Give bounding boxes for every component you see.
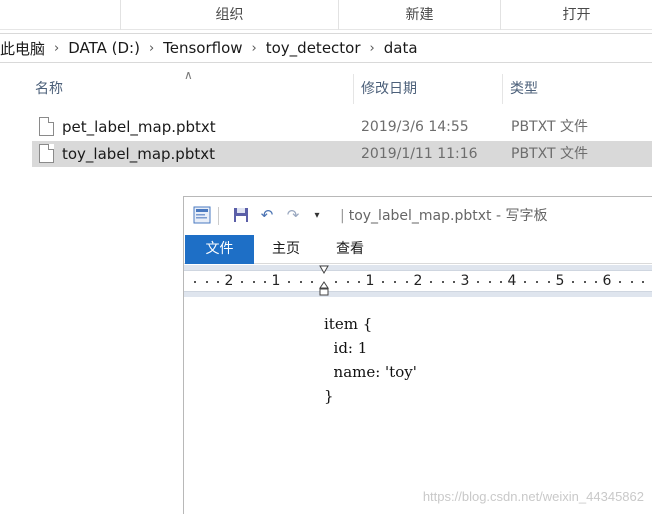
ruler-tick xyxy=(476,281,479,283)
breadcrumb-drive[interactable]: DATA (D:) xyxy=(64,39,144,57)
ruler-tick xyxy=(453,281,456,283)
column-header-date[interactable]: 修改日期 xyxy=(353,72,501,106)
ruler-tick xyxy=(240,281,243,283)
tab-view[interactable]: 查看 xyxy=(324,235,376,264)
document-line: id: 1 xyxy=(324,339,368,357)
ruler-tick xyxy=(630,281,633,283)
ruler-tick xyxy=(287,281,290,283)
ruler-tick xyxy=(583,281,586,283)
ruler[interactable]: 2 1 1 2 3 4 5 6 xyxy=(184,265,652,297)
file-name: pet_label_map.pbtxt xyxy=(62,118,216,136)
wordpad-window: ↶ ↷ ▾ | toy_label_map.pbtxt - 写字板 文件 主页 查… xyxy=(183,196,652,514)
ruler-tick xyxy=(406,281,408,283)
tab-home[interactable]: 主页 xyxy=(260,235,312,264)
ruler-label: 1 xyxy=(365,273,375,289)
save-icon[interactable] xyxy=(232,206,250,224)
ribbon-group-organize[interactable]: 组织 xyxy=(120,0,338,30)
ruler-tick xyxy=(429,281,432,283)
ruler-tick xyxy=(595,281,598,283)
file-row[interactable]: pet_label_map.pbtxt 2019/3/6 14:55 PBTXT… xyxy=(32,114,652,140)
file-date: 2019/1/11 11:16 xyxy=(361,146,478,162)
ruler-tick xyxy=(571,281,574,283)
ruler-label: 2 xyxy=(224,273,234,289)
ruler-tick xyxy=(299,281,302,283)
column-header-type[interactable]: 类型 xyxy=(502,72,652,106)
ruler-tick xyxy=(264,281,267,283)
ruler-tick xyxy=(500,281,503,283)
file-type: PBTXT 文件 xyxy=(511,146,588,162)
tab-file[interactable]: 文件 xyxy=(185,235,254,264)
ruler-tick xyxy=(618,281,621,283)
ruler-tick xyxy=(536,281,538,283)
window-title: | toy_label_map.pbtxt - 写字板 xyxy=(340,208,548,224)
ruler-tick xyxy=(382,281,384,283)
column-header-name[interactable]: 名称 xyxy=(27,72,352,106)
ruler-tick xyxy=(311,281,314,283)
document-area[interactable]: item { id: 1 name: 'toy' } xyxy=(184,297,652,514)
breadcrumb-data[interactable]: data xyxy=(380,39,422,57)
ribbon-group-open[interactable]: 打开 xyxy=(500,0,652,30)
chevron-right-icon[interactable]: › xyxy=(247,41,262,56)
address-bar[interactable]: 此电脑 › DATA (D:) › Tensorflow › toy_detec… xyxy=(0,33,652,63)
column-headers: 名称 修改日期 类型 xyxy=(0,72,652,106)
document-line: } xyxy=(324,387,334,405)
ruler-tick xyxy=(488,281,491,283)
file-name: toy_label_map.pbtxt xyxy=(62,145,215,163)
file-row-selected[interactable]: toy_label_map.pbtxt 2019/1/11 11:16 PBTX… xyxy=(32,141,652,167)
breadcrumb-toy-detector[interactable]: toy_detector xyxy=(262,39,365,57)
ruler-tick xyxy=(346,281,349,283)
document-line: name: 'toy' xyxy=(324,363,417,381)
qat-dropdown-icon[interactable]: ▾ xyxy=(308,206,326,224)
file-icon xyxy=(39,144,54,163)
qat-divider xyxy=(218,207,219,225)
ruler-tick xyxy=(524,281,526,283)
ruler-track: 2 1 1 2 3 4 5 6 xyxy=(184,270,652,292)
chevron-right-icon[interactable]: › xyxy=(144,41,159,56)
ruler-tick xyxy=(358,281,361,283)
file-date: 2019/3/6 14:55 xyxy=(361,119,469,135)
ruler-label: 5 xyxy=(555,273,565,289)
breadcrumb-tensorflow[interactable]: Tensorflow xyxy=(159,39,246,57)
ruler-label: 4 xyxy=(507,273,517,289)
ruler-tick xyxy=(205,281,208,283)
wordpad-app-icon[interactable] xyxy=(193,206,211,224)
file-icon xyxy=(39,117,54,136)
undo-icon[interactable]: ↶ xyxy=(258,206,276,224)
ruler-label: 3 xyxy=(460,273,470,289)
ruler-tick xyxy=(193,281,196,283)
document-line: item { xyxy=(324,315,373,333)
breadcrumb-this-pc[interactable]: 此电脑 xyxy=(0,38,49,59)
wordpad-titlebar[interactable]: ↶ ↷ ▾ | toy_label_map.pbtxt - 写字板 xyxy=(184,197,652,235)
ruler-label: 2 xyxy=(413,273,423,289)
chevron-right-icon[interactable]: › xyxy=(365,41,380,56)
ruler-tick xyxy=(334,281,337,283)
chevron-right-icon[interactable]: › xyxy=(49,41,64,56)
ruler-tick xyxy=(217,281,220,283)
ruler-tick xyxy=(394,281,396,283)
redo-icon[interactable]: ↷ xyxy=(284,206,302,224)
ruler-tick xyxy=(548,281,550,283)
ruler-tick xyxy=(252,281,255,283)
explorer-ribbon: 组织 新建 打开 xyxy=(0,0,652,30)
file-type: PBTXT 文件 xyxy=(511,119,588,135)
watermark: https://blog.csdn.net/weixin_44345862 xyxy=(422,489,644,504)
indent-marker-icon[interactable] xyxy=(319,265,329,297)
ruler-label: 6 xyxy=(602,273,612,289)
ruler-label: 1 xyxy=(271,273,281,289)
ruler-tick xyxy=(642,281,645,283)
wordpad-ribbon-tabs: 文件 主页 查看 xyxy=(184,235,652,264)
ribbon-group-new[interactable]: 新建 xyxy=(338,0,500,30)
ruler-tick xyxy=(441,281,444,283)
